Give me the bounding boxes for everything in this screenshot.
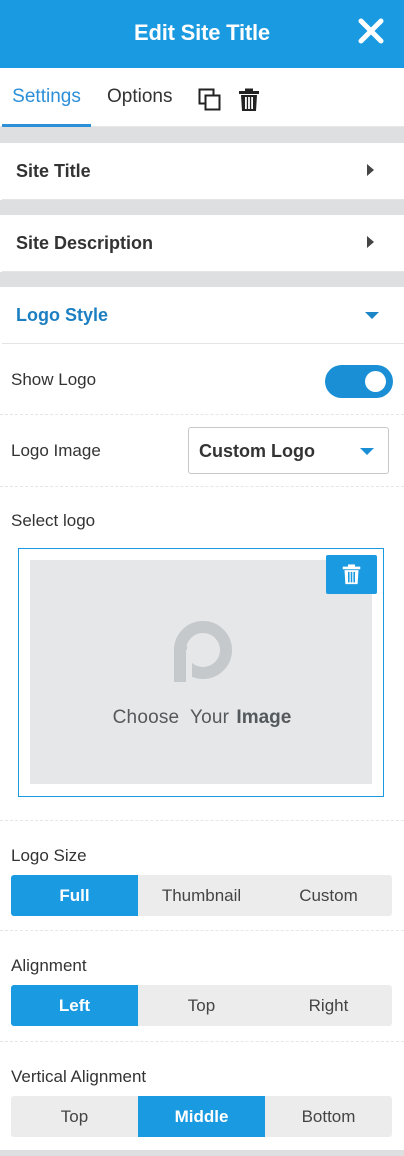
divider bbox=[0, 930, 404, 931]
copy-icon[interactable] bbox=[198, 88, 222, 112]
divider bbox=[0, 1041, 404, 1042]
vertical-alignment-segmented: Top Middle Bottom bbox=[11, 1096, 392, 1137]
divider bbox=[0, 820, 404, 821]
logo-size-full[interactable]: Full bbox=[11, 875, 138, 916]
logo-image-select[interactable]: Custom Logo bbox=[188, 427, 389, 474]
logo-size-segmented: Full Thumbnail Custom bbox=[11, 875, 392, 916]
logo-size-custom[interactable]: Custom bbox=[265, 875, 392, 916]
alignment-segmented: Left Top Right bbox=[11, 985, 392, 1026]
section-label: Site Title bbox=[16, 161, 91, 181]
tab-bar: Settings Options bbox=[0, 68, 404, 127]
section-site-description[interactable]: Site Description bbox=[2, 215, 404, 272]
chevron-down-icon bbox=[360, 448, 374, 455]
section-gap bbox=[0, 200, 404, 215]
alignment-label: Alignment bbox=[11, 956, 87, 975]
upload-placeholder-text: Choose Your Image bbox=[0, 707, 404, 729]
caret-right-icon bbox=[367, 164, 374, 176]
caret-down-icon bbox=[365, 312, 379, 319]
alignment-top[interactable]: Top bbox=[138, 985, 265, 1026]
vertical-alignment-top[interactable]: Top bbox=[11, 1096, 138, 1137]
vertical-alignment-label: Vertical Alignment bbox=[11, 1067, 147, 1086]
trash-icon bbox=[342, 564, 361, 585]
trash-icon[interactable] bbox=[237, 88, 261, 112]
logo-size-label: Logo Size bbox=[11, 846, 87, 865]
section-site-title[interactable]: Site Title bbox=[2, 143, 404, 200]
placeholder-logo-icon bbox=[172, 620, 232, 682]
alignment-right[interactable]: Right bbox=[265, 985, 392, 1026]
logo-size-thumbnail[interactable]: Thumbnail bbox=[138, 875, 265, 916]
section-gap bbox=[0, 272, 404, 287]
tab-options[interactable]: Options bbox=[107, 68, 172, 127]
show-logo-label: Show Logo bbox=[11, 370, 97, 389]
section-label: Logo Style bbox=[16, 305, 109, 325]
panel-header: Edit Site Title bbox=[0, 0, 404, 68]
divider bbox=[0, 414, 404, 415]
vertical-alignment-middle[interactable]: Middle bbox=[138, 1096, 265, 1137]
logo-image-value: Custom Logo bbox=[199, 441, 315, 461]
select-logo-label: Select logo bbox=[11, 511, 96, 530]
caret-right-icon bbox=[367, 236, 374, 248]
panel-title: Edit Site Title bbox=[134, 20, 270, 45]
toggle-knob bbox=[365, 371, 386, 392]
vertical-alignment-bottom[interactable]: Bottom bbox=[265, 1096, 392, 1137]
panel-bottom-edge bbox=[0, 1150, 404, 1156]
section-logo-style[interactable]: Logo Style bbox=[2, 287, 404, 344]
logo-image-label: Logo Image bbox=[11, 441, 101, 460]
section-label: Site Description bbox=[16, 233, 154, 253]
close-icon[interactable] bbox=[356, 16, 386, 46]
section-gap bbox=[0, 127, 404, 143]
alignment-left[interactable]: Left bbox=[11, 985, 138, 1026]
upload-text-regular: Choose Your bbox=[112, 707, 230, 728]
upload-text-bold: Image bbox=[236, 707, 292, 728]
show-logo-toggle[interactable] bbox=[325, 365, 393, 398]
remove-logo-button[interactable] bbox=[326, 555, 377, 594]
divider bbox=[0, 486, 404, 487]
tab-settings[interactable]: Settings bbox=[2, 68, 91, 127]
